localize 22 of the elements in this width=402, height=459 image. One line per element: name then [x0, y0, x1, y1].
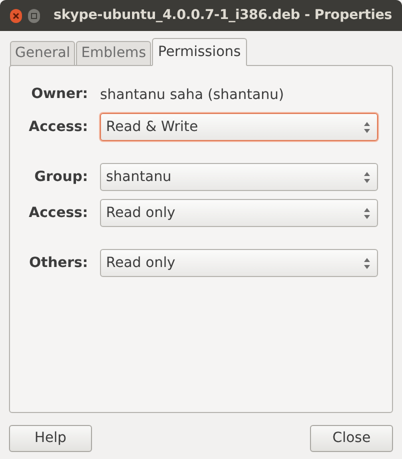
owner-name: shantanu saha (shantanu) — [100, 86, 284, 104]
field-label: Others: — [28, 254, 88, 272]
field-label: Access: — [28, 118, 88, 136]
field-label: Access: — [28, 204, 88, 222]
dropdown[interactable]: Read only — [100, 199, 378, 227]
dialog-button[interactable]: Help — [9, 425, 92, 452]
updown-arrows-icon — [364, 258, 370, 268]
updown-arrows-icon — [364, 172, 370, 182]
dropdown[interactable]: Read & Write — [100, 113, 378, 141]
tab[interactable]: Emblems — [76, 41, 151, 66]
tab[interactable]: General — [10, 41, 76, 66]
tab[interactable]: Permissions — [152, 38, 247, 66]
window-title: skype-ubuntu_4.0.0.7-1_i386.deb - Properties — [54, 6, 392, 26]
dropdown[interactable]: Read only — [100, 249, 378, 277]
field-label: Owner: — [30, 85, 88, 104]
close-icon[interactable] — [10, 8, 22, 22]
dropdown[interactable]: shantanu — [100, 163, 378, 191]
field-label: Group: — [33, 168, 88, 186]
updown-arrows-icon — [364, 208, 370, 218]
dialog-button[interactable]: Close — [310, 425, 393, 452]
updown-arrows-icon — [364, 122, 370, 132]
maximize-icon[interactable] — [28, 8, 40, 22]
